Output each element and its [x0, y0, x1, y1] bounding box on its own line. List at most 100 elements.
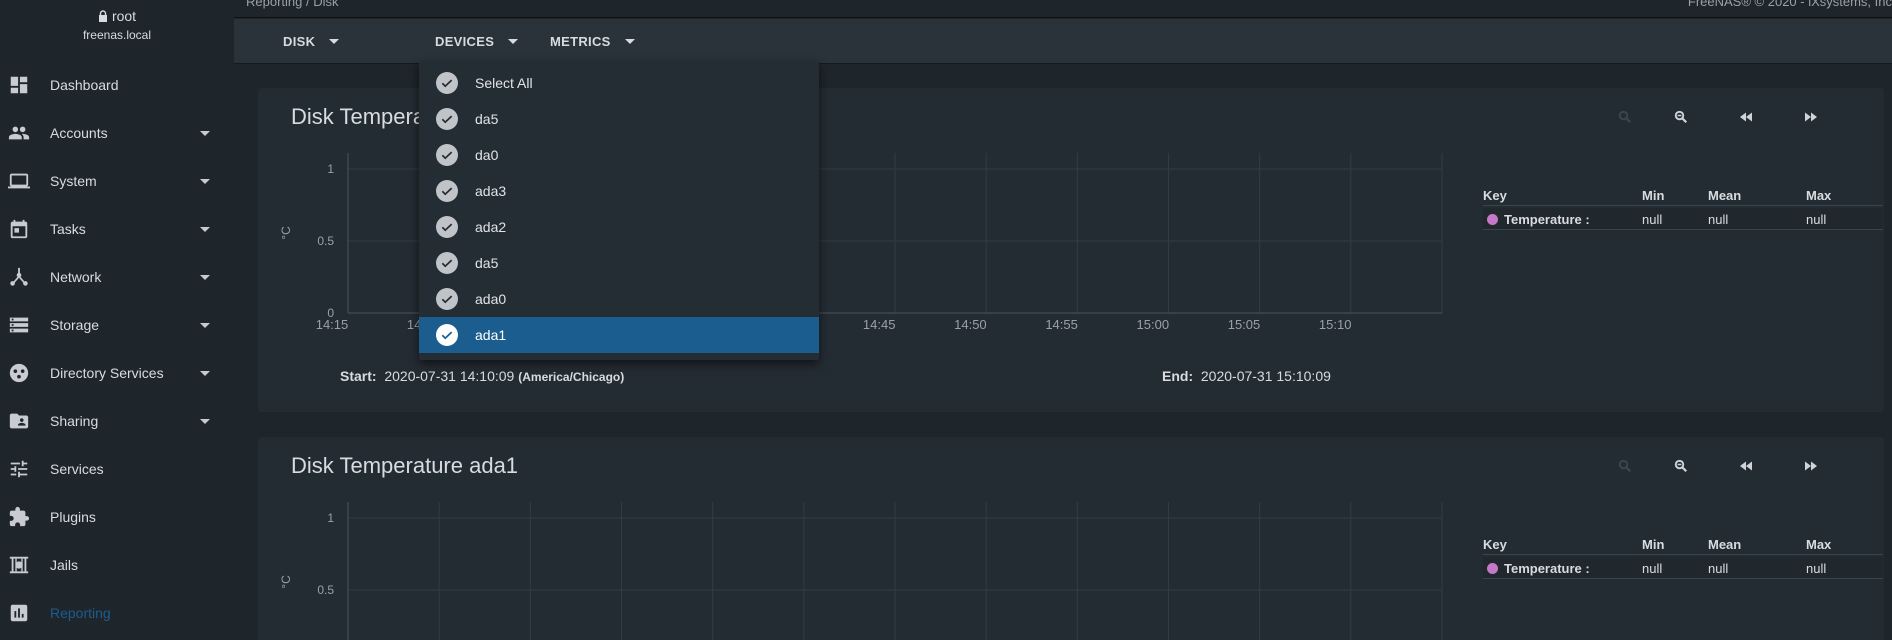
devices-menu-item-label: ada3: [475, 183, 507, 199]
chevron-down-icon: [329, 39, 340, 44]
user-box: root freenas.local: [0, 8, 234, 42]
chevron-down-icon: [508, 39, 519, 44]
sidebar-item-storage[interactable]: Storage: [0, 301, 234, 349]
sidebar-nav: Dashboard Accounts System Tasks Network …: [0, 61, 234, 637]
start-value: 2020-07-31 14:10:09: [384, 368, 515, 384]
legend-header-max: Max: [1806, 537, 1832, 552]
sidebar-item-label: Reporting: [50, 605, 111, 621]
report-card: Disk Temperature ada1 1 0.5 °C Key Min Mea…: [258, 437, 1884, 640]
devices-menu-item[interactable]: da5: [419, 101, 819, 137]
sidebar-item-label: Network: [50, 269, 102, 285]
start-label: Start:: [340, 368, 377, 384]
step-forward-icon[interactable]: [1800, 455, 1822, 477]
zoom-out-icon[interactable]: [1670, 106, 1692, 128]
legend-header-key: Key: [1483, 188, 1507, 203]
x-tick-label: 14:15: [316, 317, 349, 332]
jail-icon: [8, 554, 30, 576]
legend-row[interactable]: Temperature : null null null: [1483, 557, 1883, 579]
accounts-icon: [8, 122, 30, 144]
user-name-row[interactable]: root: [0, 8, 234, 24]
legend-mean: null: [1708, 212, 1729, 227]
sidebar-item-label: Plugins: [50, 509, 96, 525]
devices-menu-item[interactable]: ada3: [419, 173, 819, 209]
legend-series-name: Temperature :: [1504, 212, 1590, 227]
checkmark-icon: [436, 144, 458, 166]
calendar-icon: [8, 218, 30, 240]
breadcrumb: Reporting / Disk: [246, 0, 339, 9]
chevron-down-icon: [200, 130, 210, 136]
chart-icon: [8, 602, 30, 624]
legend-header-mean: Mean: [1708, 188, 1742, 203]
devices-menu-item-label: ada2: [475, 219, 507, 235]
sidebar-item-system[interactable]: System: [0, 157, 234, 205]
devices-dropdown-button[interactable]: DEVICES: [435, 19, 519, 64]
devices-menu-item[interactable]: ada2: [419, 209, 819, 245]
y-tick-label: 0.5: [317, 583, 334, 597]
card-title: Disk Temperature ada1: [291, 453, 519, 478]
sidebar-item-label: System: [50, 173, 97, 189]
end-value: 2020-07-31 15:10:09: [1200, 368, 1331, 384]
metrics-dropdown-button[interactable]: METRICS: [550, 19, 635, 64]
legend-series-name: Temperature :: [1504, 561, 1590, 576]
range-end: End: 2020-07-31 15:10:09: [1162, 368, 1331, 384]
legend-mean: null: [1708, 561, 1729, 576]
zoom-in-icon[interactable]: [1614, 455, 1636, 477]
x-tick-label: 14:45: [863, 317, 896, 332]
devices-menu-item[interactable]: ada1: [419, 317, 819, 353]
devices-menu-item[interactable]: Select All: [419, 65, 819, 101]
devices-menu-item[interactable]: da0: [419, 137, 819, 173]
devices-dropdown-label: DEVICES: [435, 34, 495, 49]
chevron-down-icon: [200, 274, 210, 280]
storage-icon: [8, 314, 30, 336]
legend-min: null: [1642, 561, 1663, 576]
sidebar-item-plugins[interactable]: Plugins: [0, 493, 234, 541]
sidebar-item-jails[interactable]: Jails: [0, 541, 234, 589]
checkmark-icon: [436, 72, 458, 94]
zoom-in-icon[interactable]: [1614, 106, 1636, 128]
chevron-down-icon: [200, 418, 210, 424]
sidebar-item-dashboard[interactable]: Dashboard: [0, 61, 234, 109]
disk-dropdown-button[interactable]: DISK: [283, 19, 340, 64]
devices-menu-item-label: ada0: [475, 291, 507, 307]
sidebar-item-directory-services[interactable]: Directory Services: [0, 349, 234, 397]
y-tick-label: 1: [327, 162, 334, 176]
y-tick-label: 0.5: [317, 234, 334, 248]
legend-header: Key Min Mean Max: [1483, 533, 1883, 555]
checkmark-icon: [436, 288, 458, 310]
network-icon: [8, 266, 30, 288]
user-name: root: [111, 8, 137, 24]
sidebar-item-network[interactable]: Network: [0, 253, 234, 301]
devices-menu-item-label: da5: [475, 255, 499, 271]
series-color-dot: [1487, 214, 1498, 225]
legend-header-max: Max: [1806, 188, 1832, 203]
devices-menu-item-label: da0: [475, 147, 499, 163]
legend-row[interactable]: Temperature : null null null: [1483, 208, 1883, 230]
step-back-icon[interactable]: [1735, 455, 1757, 477]
x-tick-label: 14:55: [1045, 317, 1078, 332]
y-axis-label: °C: [279, 226, 293, 240]
checkmark-icon: [436, 180, 458, 202]
y-tick-label: 1: [327, 511, 334, 525]
checkmark-icon: [436, 324, 458, 346]
step-forward-icon[interactable]: [1800, 106, 1822, 128]
legend-header-key: Key: [1483, 537, 1507, 552]
sidebar-item-sharing[interactable]: Sharing: [0, 397, 234, 445]
devices-menu-item[interactable]: da5: [419, 245, 819, 281]
sidebar-item-reporting[interactable]: Reporting: [0, 589, 234, 637]
legend-header-min: Min: [1642, 188, 1665, 203]
dashboard-icon: [8, 74, 30, 96]
sidebar-item-tasks[interactable]: Tasks: [0, 205, 234, 253]
host-name: freenas.local: [82, 28, 152, 42]
x-tick-label: 15:10: [1319, 317, 1352, 332]
step-back-icon[interactable]: [1735, 106, 1757, 128]
sharing-icon: [8, 410, 30, 432]
devices-menu-item-label: da5: [475, 111, 499, 127]
checkmark-icon: [436, 108, 458, 130]
sidebar-item-accounts[interactable]: Accounts: [0, 109, 234, 157]
devices-menu-item[interactable]: ada0: [419, 281, 819, 317]
zoom-out-icon[interactable]: [1670, 455, 1692, 477]
copyright-text: FreeNAS® © 2020 - iXsystems, Inc: [1687, 0, 1892, 9]
legend-max: null: [1806, 561, 1827, 576]
sidebar-item-services[interactable]: Services: [0, 445, 234, 493]
report-toolbar: DISK DEVICES METRICS: [234, 19, 1892, 64]
